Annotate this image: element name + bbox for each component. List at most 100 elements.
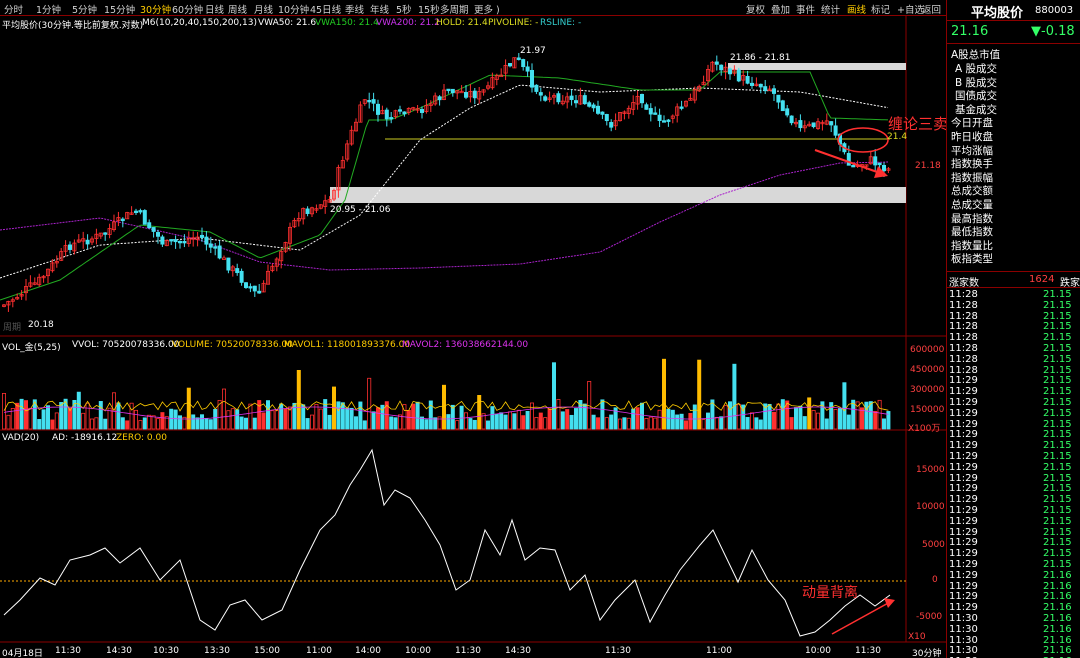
volume-bar [838, 408, 843, 430]
vad-name: VAD(20) [2, 433, 40, 443]
candle-body [609, 122, 614, 128]
tool-button-5[interactable]: 标记 [871, 2, 890, 16]
tick-price: 21.16 [1043, 613, 1072, 624]
volume-bar [98, 401, 103, 430]
tool-button-3[interactable]: 统计 [821, 2, 840, 16]
volume-bar [235, 409, 240, 430]
period-tab-1[interactable]: 1分钟 [36, 2, 61, 16]
tick-time: 11:28 [949, 310, 978, 322]
period-tab-7[interactable]: 周线 [228, 2, 247, 16]
volume-bar [653, 417, 658, 430]
period-tab-0[interactable]: 分时 [4, 2, 23, 16]
period-tab-11[interactable]: 季线 [345, 2, 364, 16]
candle-body [367, 99, 372, 103]
last-price-axis-label: 21.18 [915, 161, 941, 171]
tool-button-7[interactable]: 返回 [922, 2, 941, 16]
candle-body [371, 99, 376, 104]
period-tab-15[interactable]: 多周期 [440, 2, 469, 16]
tick-time: 11:30 [949, 645, 978, 657]
tick-price: 21.15 [1043, 407, 1072, 419]
tick-time: 11:29 [949, 407, 978, 419]
tool-button-2[interactable]: 事件 [796, 2, 815, 16]
period-tab-9[interactable]: 10分钟 [278, 2, 309, 16]
period-tab-16[interactable]: 更多 ) [474, 2, 500, 16]
period-tab-13[interactable]: 5秒 [396, 2, 412, 16]
volume-bar [406, 409, 411, 430]
volume-bar [265, 400, 270, 430]
tick-time: 11:29 [949, 505, 978, 516]
candle-body [217, 245, 222, 259]
candle-body [199, 234, 204, 238]
volume-bar [640, 402, 645, 430]
tick-time: 11:28 [949, 364, 978, 376]
period-tab-14[interactable]: 15秒 [418, 2, 440, 16]
candle-body [785, 108, 790, 116]
volume-bar [296, 369, 301, 430]
volume-bar [59, 402, 64, 430]
volume-bar [596, 417, 601, 430]
volume-bar [142, 417, 147, 430]
mavol1-label: MAVOL1: 118001893376.00 [284, 340, 411, 350]
volume-bar [547, 408, 552, 430]
tool-button-6[interactable]: +自选 [897, 2, 924, 16]
period-tab-3[interactable]: 15分钟 [104, 2, 135, 16]
volume-bar [507, 411, 512, 430]
market-cap-item[interactable]: A股总市值 [951, 47, 1000, 62]
vad-zero-label: ZERO: 0.00 [116, 433, 167, 443]
candle-body [133, 210, 138, 214]
time-tick-13: 10:00 [805, 646, 831, 656]
period-tab-2[interactable]: 5分钟 [72, 2, 97, 16]
vad-axis-2: 5000 [922, 540, 945, 550]
volume-bar [516, 409, 521, 430]
volume-bar [151, 415, 156, 430]
volume-bar [494, 413, 499, 430]
period-tab-12[interactable]: 年线 [370, 2, 389, 16]
chanlun-sell-annotation: 缠论三卖 [888, 115, 949, 133]
vwa150-line [0, 71, 889, 301]
volume-bar [485, 420, 490, 430]
volume-bar [772, 411, 777, 430]
period-tab-4[interactable]: 30分钟 [140, 2, 171, 16]
period-tab-10[interactable]: 45日线 [310, 2, 341, 16]
volume-bar [155, 418, 160, 430]
volume-bar [679, 413, 684, 430]
chart-canvas[interactable] [0, 16, 946, 658]
volume-bar [728, 401, 733, 430]
volume-bar [28, 407, 33, 430]
volume-bar [85, 402, 90, 430]
volume-bar [877, 399, 882, 430]
tick-price: 21.16 [1043, 569, 1072, 581]
tick-time: 11:28 [949, 321, 978, 333]
mavol2-label: MAVOL2: 136038662144.00 [402, 340, 529, 350]
stat-item-14[interactable]: 板指类型 [951, 251, 993, 266]
tick-price: 21.15 [1043, 332, 1072, 344]
time-tick-11: 11:30 [605, 646, 631, 656]
volume-bar [160, 412, 165, 430]
candle-body [151, 227, 156, 232]
low-label: 20.18 [28, 320, 54, 330]
vol-axis-1: 450000 [910, 365, 945, 375]
vol-name: VOL_金(5,25) [2, 343, 61, 353]
candle-body [556, 93, 561, 103]
tool-button-4[interactable]: 画线 [847, 2, 866, 16]
time-tick-4: 13:30 [204, 646, 230, 656]
candle-body [437, 96, 442, 101]
period-tab-6[interactable]: 日线 [205, 2, 224, 16]
tool-button-1[interactable]: 叠加 [771, 2, 790, 16]
volume-bar [732, 363, 737, 430]
volume-bar [706, 412, 711, 430]
volume-bar [846, 414, 851, 430]
volume-bar [362, 420, 367, 430]
tick-price: 21.15 [1043, 299, 1072, 311]
tick-time: 11:29 [949, 418, 978, 430]
candle-body [525, 66, 530, 72]
tool-button-0[interactable]: 复权 [746, 2, 765, 16]
volume-bar [750, 412, 755, 430]
volume-bar [279, 403, 284, 430]
volume-bar [107, 407, 112, 430]
volume-bar [349, 407, 354, 430]
period-tab-8[interactable]: 月线 [254, 2, 273, 16]
candle-body [221, 257, 226, 260]
period-tab-5[interactable]: 60分钟 [172, 2, 203, 16]
candle-body [591, 104, 596, 109]
